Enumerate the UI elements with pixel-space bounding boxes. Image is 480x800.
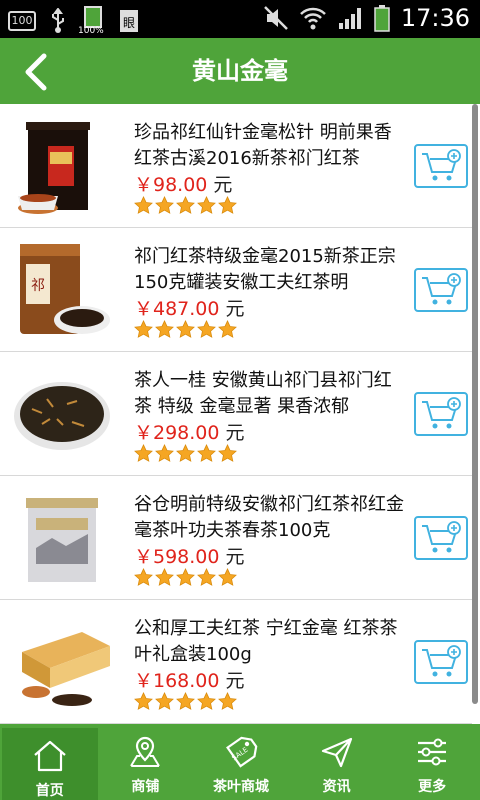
battery-charge-icon: 100%: [78, 6, 106, 36]
rating-stars: [134, 692, 237, 711]
nav-label: 首页: [35, 783, 64, 799]
star-icon: [197, 320, 216, 338]
nav-label: 更多: [418, 779, 447, 795]
rating-stars: [134, 444, 237, 463]
nav-label: 资讯: [322, 779, 351, 795]
svg-text:SALE: SALE: [230, 746, 249, 763]
product-name[interactable]: 珍品祁红仙针金毫松针 明前果香红茶古溪2016新茶祁门红茶: [134, 120, 404, 172]
cart-add-icon: [422, 645, 461, 677]
product-price: ￥168.00 元: [134, 670, 245, 692]
add-to-cart-button[interactable]: [414, 144, 468, 188]
star-icon: [218, 568, 237, 586]
star-icon: [176, 568, 195, 586]
product-list[interactable]: 珍品祁红仙针金毫松针 明前果香红茶古溪2016新茶祁门红茶 ￥98.00元 祁: [0, 104, 480, 724]
map-pin-icon: [130, 736, 161, 767]
nav-home[interactable]: 首页: [2, 728, 98, 800]
product-image: 祁: [12, 240, 112, 340]
sliders-icon: [418, 738, 447, 766]
star-icon: [155, 692, 174, 710]
cart-add-icon: [422, 521, 461, 553]
rating-stars: [134, 196, 237, 215]
product-item[interactable]: 公和厚工夫红茶 宁红金毫 红茶茶叶礼盒装100g ￥168.00 元: [0, 600, 472, 724]
wifi-icon: [299, 7, 326, 30]
star-icon: [155, 196, 174, 214]
cart-add-icon: [422, 397, 461, 429]
star-icon: [218, 320, 237, 338]
star-icon: [134, 568, 153, 586]
star-icon: [197, 444, 216, 462]
add-to-cart-button[interactable]: [414, 268, 468, 312]
star-icon: [134, 692, 153, 710]
add-to-cart-button[interactable]: [414, 640, 468, 684]
product-item[interactable]: 祁 祁门红茶特级金毫2015新茶正宗150克罐装安徽工夫红茶明 ￥487.00 元: [0, 228, 472, 352]
nav-tea-mall[interactable]: SALE 茶叶商城: [193, 724, 289, 800]
star-icon: [197, 568, 216, 586]
cart-add-icon: [422, 273, 461, 305]
mute-icon: [263, 6, 288, 30]
product-item[interactable]: 谷仓明前特级安徽祁门红茶祁红金毫茶叶功夫茶春茶100克 ￥598.00 元: [0, 476, 472, 600]
nav-label: 商铺: [131, 779, 160, 795]
star-icon: [155, 320, 174, 338]
send-icon: [321, 737, 352, 768]
status-bar: 100 100% 眼 17:36: [0, 0, 480, 38]
star-icon: [176, 320, 195, 338]
product-item[interactable]: 茶人一桂 安徽黄山祁门县祁门红茶 特级 金毫显著 果香浓郁 ￥298.00 元: [0, 352, 472, 476]
star-icon: [218, 444, 237, 462]
rating-stars: [134, 568, 237, 587]
product-image: [12, 488, 112, 588]
signal-icon: [338, 8, 361, 29]
star-icon: [197, 196, 216, 214]
add-to-cart-button[interactable]: [414, 392, 468, 436]
document-icon: 眼: [120, 10, 138, 32]
star-icon: [155, 444, 174, 462]
star-icon: [134, 196, 153, 214]
product-price: ￥298.00 元: [134, 422, 245, 444]
product-price: ￥487.00 元: [134, 298, 245, 320]
scrollbar[interactable]: [472, 104, 478, 704]
usb-icon: [52, 8, 64, 33]
home-icon: [34, 740, 66, 772]
product-name[interactable]: 公和厚工夫红茶 宁红金毫 红茶茶叶礼盒装100g: [134, 616, 404, 668]
product-image: [12, 364, 112, 464]
add-to-cart-button[interactable]: [414, 516, 468, 560]
sale-tag-icon: SALE: [226, 736, 258, 768]
svg-text:祁: 祁: [31, 278, 45, 294]
star-icon: [218, 196, 237, 214]
back-button[interactable]: [18, 52, 58, 92]
header-bar: 黄山金毫: [0, 38, 480, 104]
star-icon: [134, 320, 153, 338]
product-name[interactable]: 谷仓明前特级安徽祁门红茶祁红金毫茶叶功夫茶春茶100克: [134, 492, 404, 544]
star-icon: [218, 692, 237, 710]
cart-add-icon: [422, 149, 461, 181]
star-icon: [176, 196, 195, 214]
bottom-nav: 首页 商铺 SALE 茶叶商城 资讯 更多: [0, 724, 480, 800]
nav-more[interactable]: 更多: [384, 724, 480, 800]
star-icon: [197, 692, 216, 710]
product-name[interactable]: 茶人一桂 安徽黄山祁门县祁门红茶 特级 金毫显著 果香浓郁: [134, 368, 404, 420]
product-image: [12, 612, 112, 712]
clock: 17:36: [400, 4, 470, 32]
product-item[interactable]: 珍品祁红仙针金毫松针 明前果香红茶古溪2016新茶祁门红茶 ￥98.00 元: [0, 104, 472, 228]
star-icon: [176, 692, 195, 710]
product-price: ￥98.00 元: [134, 174, 233, 196]
star-icon: [155, 568, 174, 586]
product-image: [12, 116, 112, 216]
product-name[interactable]: 祁门红茶特级金毫2015新茶正宗150克罐装安徽工夫红茶明: [134, 244, 404, 296]
star-icon: [176, 444, 195, 462]
nav-news[interactable]: 资讯: [289, 724, 385, 800]
nav-label: 茶叶商城: [212, 779, 269, 795]
nav-shops[interactable]: 商铺: [98, 724, 194, 800]
svg-text:眼: 眼: [123, 16, 135, 30]
battery-icon: [374, 5, 390, 32]
chevron-left-icon: [25, 53, 47, 91]
star-icon: [134, 444, 153, 462]
battery-status-icon: 100: [8, 11, 36, 31]
product-price: ￥598.00 元: [134, 546, 245, 568]
rating-stars: [134, 320, 237, 339]
page-title: 黄山金毫: [192, 57, 288, 85]
